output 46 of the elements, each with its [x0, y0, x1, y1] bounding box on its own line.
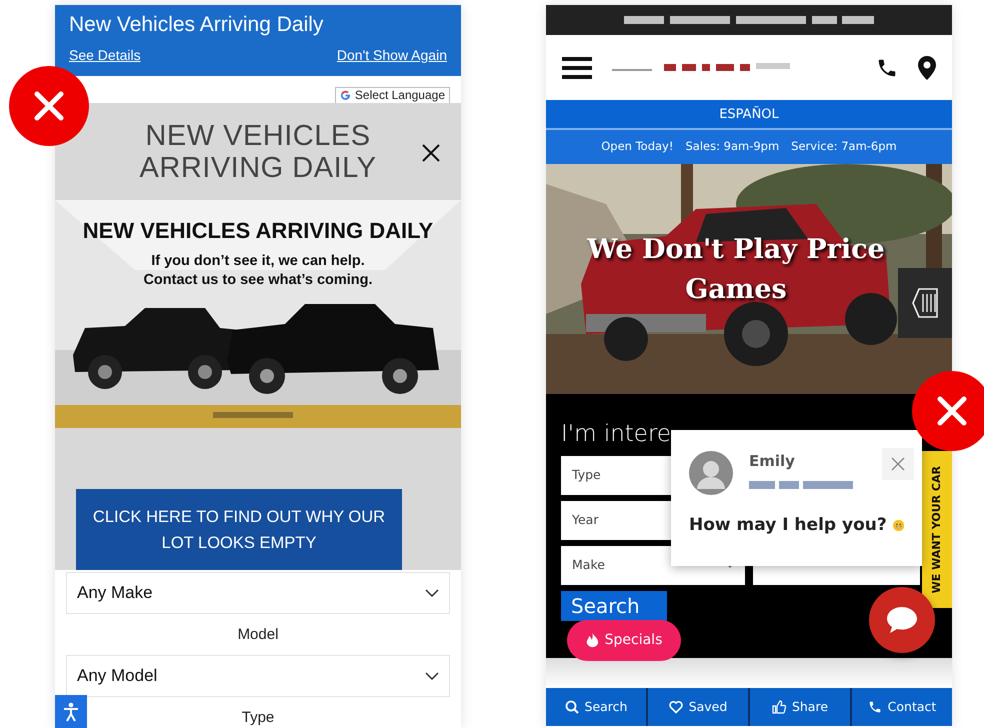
- promo-subtext: If you don’t see it, we can help. Contact us to see what’s coming.: [142, 252, 374, 290]
- chat-message: How may I help you?: [689, 514, 887, 536]
- location-pin-icon[interactable]: [918, 56, 936, 80]
- google-icon: [340, 90, 351, 101]
- search-button[interactable]: Search: [561, 591, 667, 621]
- close-icon[interactable]: [421, 143, 441, 163]
- agent-name: Emily: [749, 451, 796, 472]
- nav-tab[interactable]: Search: [546, 688, 646, 726]
- filter-label: Model: [236, 625, 280, 645]
- make-model-select[interactable]: Any Make: [66, 572, 450, 614]
- garage-icon: [911, 286, 939, 320]
- heart-icon: [668, 700, 683, 714]
- modal-title: NEW VEHICLES ARRIVING DAILY: [140, 120, 376, 184]
- trade-in-tab[interactable]: WE WANT YOUR CAR: [922, 451, 952, 608]
- language-link[interactable]: ESPAÑOL: [546, 100, 952, 130]
- field-placeholder: Make: [572, 556, 605, 574]
- select-value: Any Make: [77, 582, 153, 604]
- filter-label: Type: [240, 708, 276, 728]
- hours-text: Service: 7am-6pm: [791, 138, 897, 156]
- avatar: [689, 451, 733, 496]
- accessibility-icon: [63, 702, 79, 722]
- side-tab[interactable]: [898, 268, 952, 338]
- hours-text: Sales: 9am-9pm: [685, 138, 780, 156]
- thumbs-up-icon: [772, 700, 786, 714]
- notice-title: New Vehicles Arriving Daily: [69, 12, 324, 38]
- notice-link[interactable]: Don't Show Again: [336, 45, 447, 66]
- nav-tab[interactable]: Saved: [648, 688, 748, 726]
- nav-tab[interactable]: Share: [750, 688, 850, 726]
- language-select[interactable]: Select Language: [334, 87, 450, 103]
- nav-tab[interactable]: Contact: [852, 688, 952, 726]
- close-button[interactable]: [882, 448, 914, 480]
- promo-heading: NEW VEHICLES ARRIVING DAILY: [82, 218, 434, 244]
- accessibility-button[interactable]: [55, 695, 87, 728]
- hours-text: Open Today!: [601, 138, 674, 156]
- close-icon: [891, 457, 905, 471]
- phone-icon: [868, 700, 882, 714]
- cta-button[interactable]: CLICK HERE TO FIND OUT WHY OUR LOT LOOKS EMPTY: [76, 489, 402, 570]
- magnifier-icon: [564, 700, 579, 714]
- form-title: I'm intere: [561, 420, 672, 449]
- make-model-select[interactable]: Any Model: [66, 655, 450, 697]
- select-value: Any Model: [77, 665, 158, 688]
- menu-icon[interactable]: [562, 56, 592, 80]
- specials-button[interactable]: Specials: [567, 620, 681, 661]
- speech-bubble-icon: [886, 606, 918, 634]
- notice-link[interactable]: See Details: [69, 45, 141, 66]
- flame-icon: [586, 632, 599, 649]
